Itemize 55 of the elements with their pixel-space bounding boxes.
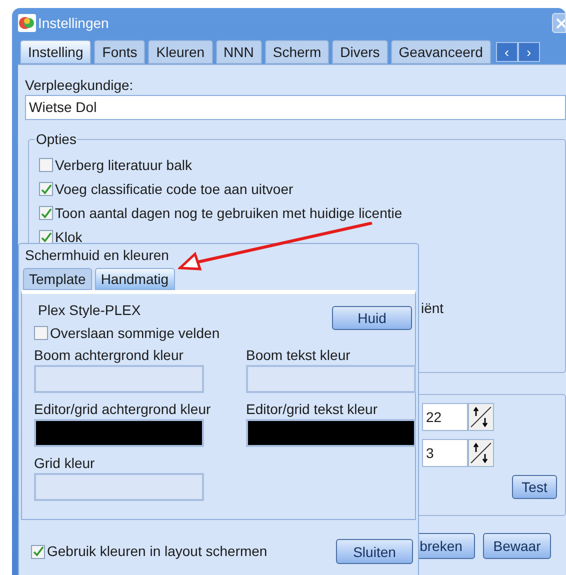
checkbox-label: Overslaan sommige velden bbox=[50, 324, 220, 343]
checkmark-icon bbox=[32, 546, 44, 557]
close-button[interactable] bbox=[552, 13, 566, 33]
skin-button[interactable]: Huid bbox=[332, 306, 412, 330]
color-label: Editor/grid tekst kleur bbox=[246, 400, 378, 419]
color-field[interactable] bbox=[246, 365, 416, 393]
checkbox[interactable] bbox=[39, 206, 53, 220]
tab[interactable]: Instelling bbox=[20, 40, 92, 64]
color-field[interactable] bbox=[34, 473, 204, 501]
spinner-button[interactable] bbox=[468, 439, 494, 467]
tab-scroll-left-button[interactable]: ‹ bbox=[496, 42, 518, 62]
field-label: Verpleegkundige: bbox=[25, 76, 134, 95]
test-button[interactable]: Test bbox=[512, 475, 557, 499]
checkmark-icon bbox=[40, 232, 52, 242]
window-title: Instellingen bbox=[38, 14, 109, 33]
spinner-button[interactable] bbox=[468, 403, 494, 431]
checkbox-label: Klok bbox=[55, 228, 82, 246]
dialog-button[interactable]: Bewaar bbox=[483, 533, 551, 559]
up-down-arrows-icon bbox=[470, 442, 492, 464]
checkbox[interactable] bbox=[39, 158, 53, 172]
checkbox[interactable] bbox=[39, 182, 53, 196]
tab[interactable]: Template bbox=[23, 268, 92, 290]
checkbox-label: Verberg literatuur balk bbox=[55, 156, 192, 175]
tab[interactable]: Fonts bbox=[94, 40, 146, 64]
tab[interactable]: Divers bbox=[332, 40, 388, 64]
checkmark-icon bbox=[40, 208, 52, 218]
close-dialog-button[interactable]: Sluiten bbox=[336, 539, 413, 564]
tab[interactable]: Geavanceerd bbox=[390, 40, 491, 64]
tab[interactable]: NNN bbox=[216, 40, 262, 64]
color-field[interactable] bbox=[34, 419, 204, 447]
color-label: Grid kleur bbox=[34, 454, 96, 473]
color-field[interactable] bbox=[246, 419, 416, 447]
checkbox-label: Toon aantal dagen nog te gebruiken met huidige licentie bbox=[55, 204, 402, 223]
dialog-title: Schermhuid en kleuren bbox=[24, 246, 170, 264]
option-text: iënt bbox=[421, 299, 444, 318]
checkbox-label: Gebruik kleuren in layout schermen bbox=[47, 542, 268, 561]
tab[interactable]: Kleuren bbox=[148, 40, 213, 64]
checkmark-icon bbox=[40, 184, 52, 194]
tab[interactable]: Handmatig bbox=[94, 268, 175, 290]
up-down-arrows-icon bbox=[470, 406, 492, 428]
app-logo-icon bbox=[18, 14, 36, 32]
number-field[interactable]: 22 bbox=[422, 403, 468, 431]
checkbox-label: Voeg classificatie code toe aan uitvoer bbox=[55, 180, 294, 199]
style-name: Plex Style-PLEX bbox=[38, 301, 141, 320]
checkbox[interactable] bbox=[34, 326, 48, 340]
color-label: Editor/grid achtergrond kleur bbox=[34, 400, 212, 419]
tab-scroll-right-button[interactable]: › bbox=[518, 42, 540, 62]
checkbox[interactable] bbox=[39, 230, 53, 244]
number-field[interactable]: 3 bbox=[422, 439, 468, 467]
color-field[interactable] bbox=[34, 365, 204, 393]
checkbox[interactable] bbox=[31, 544, 45, 558]
color-label: Boom achtergrond kleur bbox=[34, 346, 184, 365]
nurse-field[interactable]: Wietse Dol bbox=[25, 95, 566, 120]
tab[interactable]: Scherm bbox=[264, 40, 330, 64]
color-label: Boom tekst kleur bbox=[246, 346, 352, 365]
